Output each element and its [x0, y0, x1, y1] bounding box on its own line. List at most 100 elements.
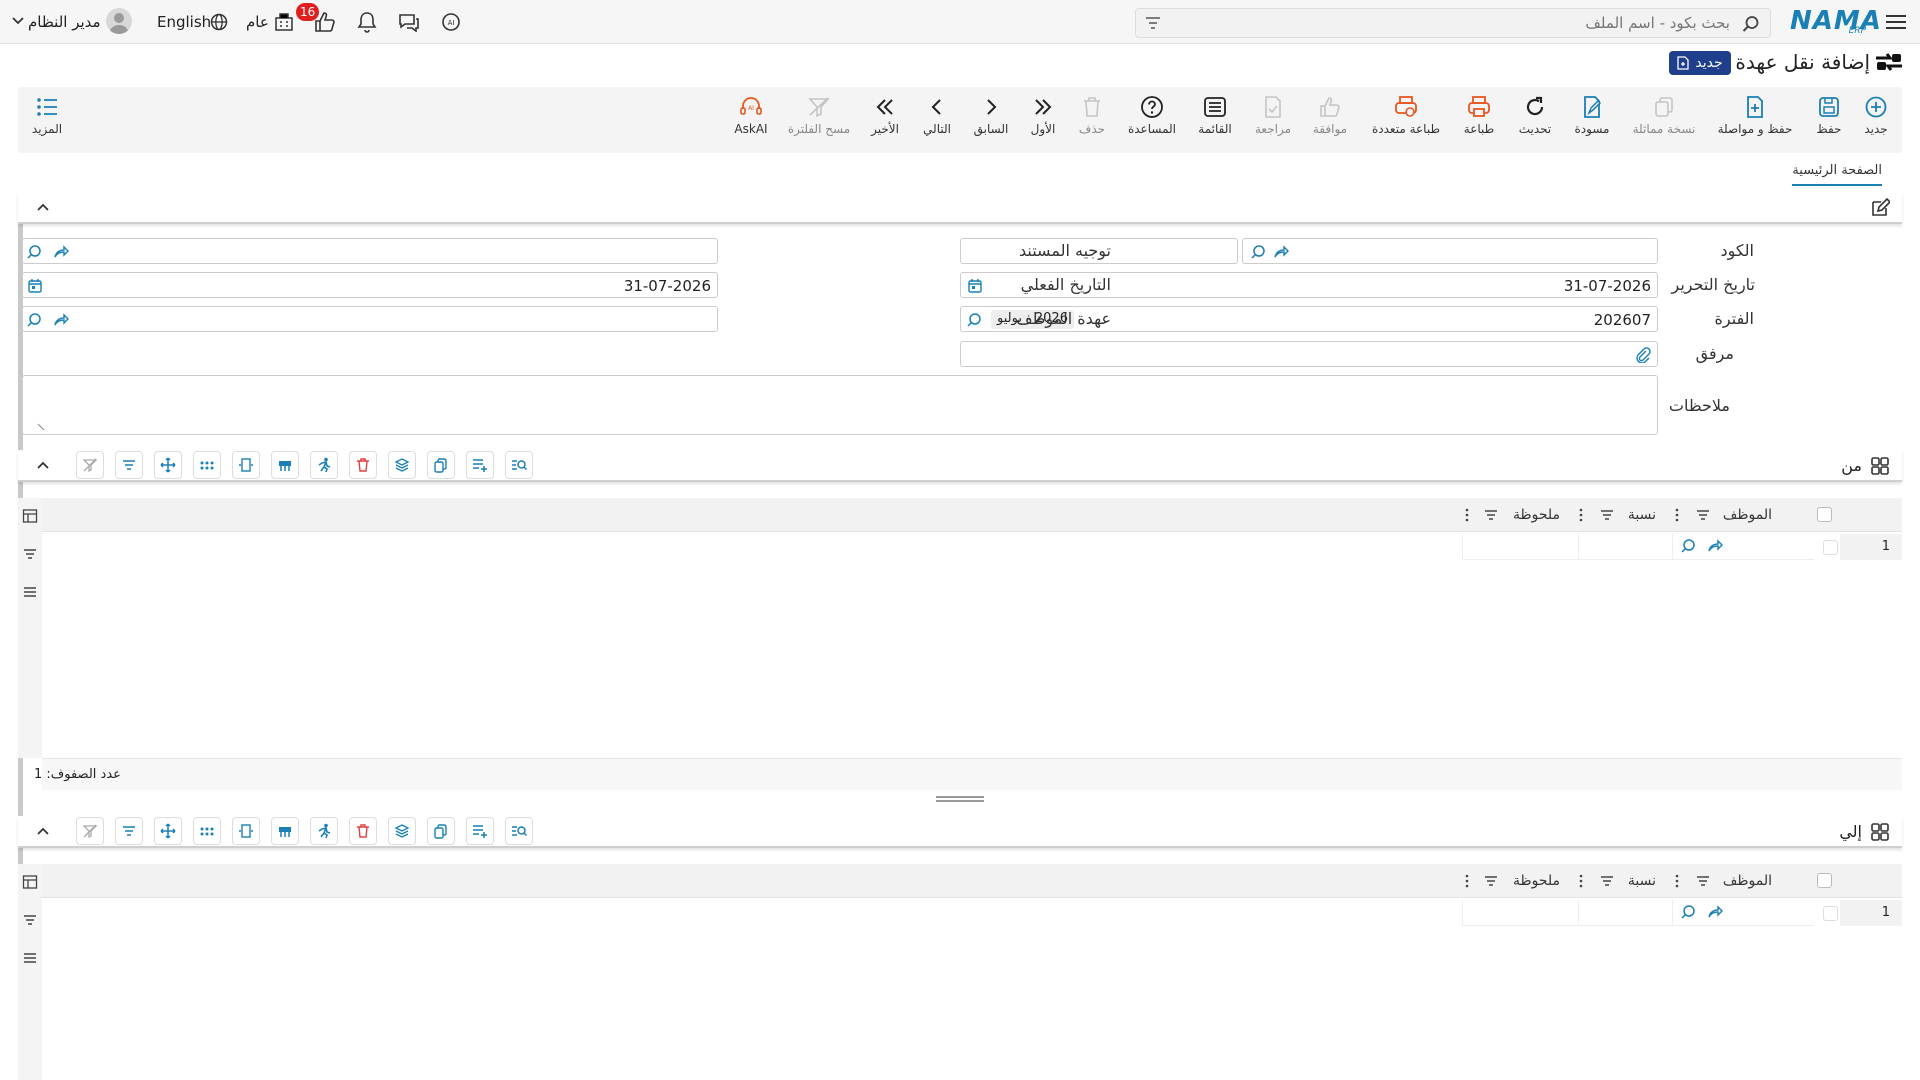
collapse-icon[interactable] [36, 826, 50, 836]
freeze-button[interactable] [271, 451, 299, 479]
code-field[interactable] [1242, 238, 1658, 264]
note-cell[interactable] [1462, 534, 1578, 560]
add-rows-icon [473, 459, 487, 472]
chevron-down-icon[interactable] [12, 16, 24, 26]
delete-rows-button[interactable] [349, 817, 377, 845]
employee-cell[interactable] [1672, 900, 1814, 926]
doc-direction-field[interactable] [22, 238, 718, 264]
select-all-checkbox[interactable] [1817, 873, 1832, 888]
ask-ai-button[interactable]: AI AskAI [711, 95, 791, 136]
select-all-checkbox[interactable] [1817, 507, 1832, 522]
refresh-icon [1526, 96, 1544, 116]
collapse-icon[interactable] [36, 460, 50, 470]
layers-button[interactable] [388, 451, 416, 479]
row-checkbox[interactable] [1823, 906, 1838, 921]
filter-button[interactable] [115, 817, 143, 845]
employee-custody-field[interactable] [22, 306, 718, 332]
search-rows-button[interactable] [505, 817, 533, 845]
grid-view-icon[interactable] [1870, 822, 1890, 842]
next-icon [931, 99, 941, 115]
search-icon[interactable] [1742, 15, 1760, 33]
attachment-field[interactable] [960, 341, 1658, 367]
column-header-employee[interactable]: الموظف [1723, 873, 1772, 889]
user-menu[interactable]: مدير النظام [28, 13, 101, 31]
edit-icon[interactable] [1870, 198, 1890, 218]
filter-icon[interactable] [1145, 16, 1161, 30]
add-rows-button[interactable] [466, 451, 494, 479]
fit-columns-button[interactable] [232, 817, 260, 845]
grid-view-icon[interactable] [1870, 456, 1890, 476]
table-icon[interactable] [22, 874, 38, 890]
column-header-note[interactable]: ملحوظة [1513, 507, 1560, 523]
filter-icon [123, 826, 135, 836]
to-section-title: إلي [1839, 822, 1862, 841]
bell-icon[interactable] [355, 10, 379, 34]
layers-button[interactable] [388, 817, 416, 845]
search-rows-button[interactable] [505, 451, 533, 479]
duplicate-button[interactable]: نسخة مماثلة [1624, 95, 1704, 136]
run-button[interactable] [310, 817, 338, 845]
tab-main[interactable]: الصفحة الرئيسية [1792, 163, 1882, 186]
copy-rows-button[interactable] [427, 817, 455, 845]
ratio-cell[interactable] [1578, 900, 1672, 926]
column-filter-icon [1697, 510, 1709, 520]
clear-filter-button[interactable] [76, 451, 104, 479]
notes-textarea[interactable] [22, 375, 1658, 435]
building-icon[interactable] [272, 10, 296, 34]
filter-button[interactable] [115, 451, 143, 479]
actual-date-field[interactable]: 31-07-2026 [22, 272, 718, 298]
add-rows-button[interactable] [466, 817, 494, 845]
search-list-icon [512, 826, 527, 837]
column-header-ratio[interactable]: نسبة [1628, 507, 1656, 523]
columns-menu-icon[interactable] [22, 584, 38, 600]
ai-assistant-icon[interactable]: AI [439, 10, 463, 34]
ratio-cell[interactable] [1578, 534, 1672, 560]
notes-label: ملاحظات [1668, 396, 1730, 415]
table-icon[interactable] [22, 508, 38, 524]
language-switch[interactable]: English [157, 13, 211, 31]
splitter-handle[interactable] [936, 796, 984, 802]
more-button[interactable]: المزيد [7, 95, 87, 136]
save-continue-icon [1747, 96, 1763, 118]
attachment-label: مرفق [1695, 344, 1734, 363]
note-cell[interactable] [1462, 900, 1578, 926]
search-input[interactable] [1210, 13, 1730, 33]
move-button[interactable] [154, 451, 182, 479]
column-filter-icon [1485, 510, 1497, 520]
refresh-search-icon [1251, 245, 1265, 259]
table-freeze-icon [279, 461, 291, 471]
table-freeze-icon [279, 827, 291, 837]
fit-columns-button[interactable] [232, 451, 260, 479]
row-checkbox[interactable] [1823, 540, 1838, 555]
chat-icon[interactable] [397, 10, 421, 34]
menu-icon[interactable] [1884, 10, 1908, 34]
columns-menu-icon[interactable] [22, 950, 38, 966]
print-button[interactable]: طباعة [1439, 95, 1519, 136]
copy-icon [434, 458, 447, 473]
code-label: الكود [1720, 241, 1754, 260]
dots-grid-button[interactable] [193, 817, 221, 845]
clear-filter-button[interactable]: مسح الفلترة [779, 95, 859, 136]
clear-filter-button[interactable] [76, 817, 104, 845]
column-header-ratio[interactable]: نسبة [1628, 873, 1656, 889]
delete-rows-button[interactable] [349, 451, 377, 479]
save-button[interactable]: حفظ [1789, 95, 1869, 136]
scope-label[interactable]: عام [246, 13, 269, 31]
status-badge: جديد [1669, 51, 1731, 75]
doc-direction-label: توجيه المستند [1019, 241, 1111, 260]
run-button[interactable] [310, 451, 338, 479]
collapse-icon[interactable] [36, 202, 50, 212]
avatar[interactable] [106, 8, 132, 34]
multi-print-button[interactable]: طباعة متعددة [1366, 95, 1446, 136]
employee-cell[interactable] [1672, 534, 1814, 560]
move-button[interactable] [154, 817, 182, 845]
column-header-employee[interactable]: الموظف [1723, 507, 1772, 523]
save-continue-button[interactable]: حفظ و مواصلة [1715, 95, 1795, 136]
copy-rows-button[interactable] [427, 451, 455, 479]
filter-icon[interactable] [22, 912, 38, 928]
freeze-button[interactable] [271, 817, 299, 845]
dots-grid-button[interactable] [193, 451, 221, 479]
column-header-note[interactable]: ملحوظة [1513, 873, 1560, 889]
calendar-icon [968, 279, 982, 293]
filter-icon[interactable] [22, 546, 38, 562]
